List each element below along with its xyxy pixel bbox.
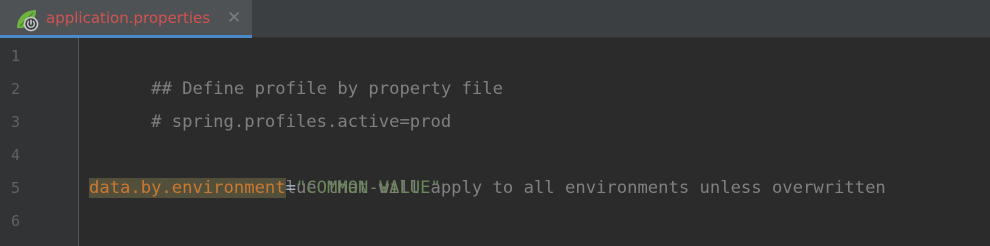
line-number: 5 xyxy=(11,179,21,197)
line-number: 1 xyxy=(11,47,21,65)
code-line-5[interactable]: data.by.environment="COMMON-VALUE" xyxy=(89,172,441,205)
code-editor[interactable]: 1 2 3 4 5 6 ## Define profile by propert… xyxy=(0,38,990,246)
line-number: 6 xyxy=(11,212,21,230)
close-tab-icon[interactable]: ✕ xyxy=(227,8,241,28)
code-line-4[interactable]: # Property value that will apply to all … xyxy=(89,139,886,198)
line-number: 2 xyxy=(11,80,21,98)
editor-tab-bar: application.properties ✕ xyxy=(0,0,990,38)
property-value: "COMMON-VALUE" xyxy=(295,178,441,198)
property-key: data.by.environment xyxy=(89,178,286,198)
spring-boot-leaf-icon xyxy=(14,8,40,32)
tab-filename-label: application.properties xyxy=(46,9,211,27)
comment-text: # spring.profiles.active=prod xyxy=(151,112,452,132)
line-number: 4 xyxy=(11,146,21,164)
code-line-1[interactable]: ## Define profile by property file xyxy=(89,40,503,99)
line-number: 3 xyxy=(11,113,21,131)
tab-application-properties[interactable]: application.properties ✕ xyxy=(0,0,252,38)
code-line-3[interactable] xyxy=(89,106,151,139)
editor-window: application.properties ✕ 1 2 3 4 5 6 ## … xyxy=(0,0,990,246)
line-number-gutter: 1 2 3 4 5 6 xyxy=(0,38,79,246)
code-line-6[interactable] xyxy=(89,205,151,238)
assignment-operator: = xyxy=(285,178,296,198)
code-line-2[interactable]: # spring.profiles.active=prod xyxy=(89,73,451,132)
